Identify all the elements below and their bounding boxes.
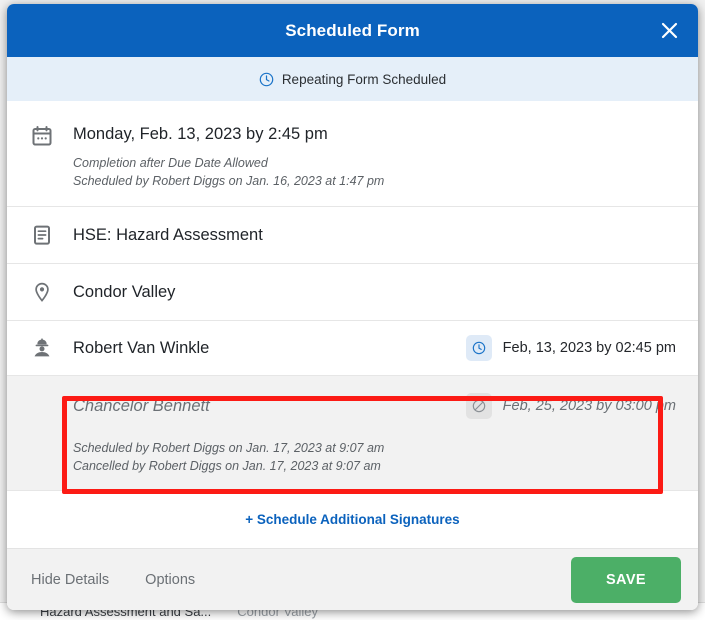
date-row-notes: Completion after Due Date Allowed Schedu… bbox=[73, 154, 676, 190]
signature-name-cancelled: Chancelor Bennett bbox=[73, 396, 210, 415]
scheduled-by-note: Scheduled by Robert Diggs on Jan. 16, 20… bbox=[73, 174, 385, 188]
options-button[interactable]: Options bbox=[145, 572, 195, 588]
form-document-icon-wrap bbox=[31, 224, 73, 246]
detail-row-location[interactable]: Condor Valley bbox=[7, 264, 698, 321]
calendar-icon-wrap bbox=[31, 123, 73, 147]
hard-hat-worker-icon bbox=[34, 338, 50, 357]
detail-row-date[interactable]: Monday, Feb. 13, 2023 by 2:45 pm Complet… bbox=[7, 101, 698, 207]
status-banner: Repeating Form Scheduled bbox=[7, 57, 698, 101]
cancelled-by-note: Cancelled by Robert Diggs on Jan. 17, 20… bbox=[73, 459, 381, 473]
close-button[interactable] bbox=[654, 16, 684, 46]
signature-cancelled-head: Chancelor Bennett Feb, 25, 2023 by 03:00… bbox=[73, 393, 676, 419]
signature-active-body: Robert Van Winkle Feb, 13, 2023 by 02:45… bbox=[73, 335, 676, 361]
signature-due-stamp-cancelled: Feb, 25, 2023 by 03:00 pm bbox=[502, 398, 676, 414]
form-document-icon bbox=[34, 225, 50, 245]
location-name-text: Condor Valley bbox=[73, 283, 176, 301]
signature-row-active[interactable]: Robert Van Winkle Feb, 13, 2023 by 02:45… bbox=[7, 321, 698, 376]
form-name-text: HSE: Hazard Assessment bbox=[73, 226, 263, 244]
hide-details-button[interactable]: Hide Details bbox=[31, 572, 109, 588]
add-signatures-section: + Schedule Additional Signatures bbox=[7, 491, 698, 548]
signature-row-cancelled[interactable]: Chancelor Bennett Feb, 25, 2023 by 03:00… bbox=[7, 376, 698, 491]
modal-footer: Hide Details Options SAVE bbox=[7, 548, 698, 610]
page-title: Scheduled Form bbox=[285, 20, 420, 40]
completion-policy-note: Completion after Due Date Allowed bbox=[73, 156, 268, 170]
date-row-main: Monday, Feb. 13, 2023 by 2:45 pm Complet… bbox=[73, 123, 676, 190]
hard-hat-worker-icon-wrap bbox=[31, 337, 73, 359]
map-pin-icon-wrap bbox=[31, 281, 73, 303]
signature-due-stamp-active: Feb, 13, 2023 by 02:45 pm bbox=[502, 340, 676, 356]
save-button[interactable]: SAVE bbox=[571, 556, 681, 603]
cancelled-row-icon-spacer bbox=[31, 393, 73, 395]
close-icon bbox=[661, 22, 677, 39]
signature-stamp-active: Feb, 13, 2023 by 02:45 pm bbox=[465, 335, 676, 361]
signature-cancelled-body: Chancelor Bennett Feb, 25, 2023 by 03:00… bbox=[73, 393, 676, 475]
due-date-text: Monday, Feb. 13, 2023 by 2:45 pm bbox=[73, 125, 328, 143]
signature-cancelled-notes: Scheduled by Robert Diggs on Jan. 17, 20… bbox=[73, 439, 384, 475]
calendar-icon bbox=[32, 126, 52, 146]
map-pin-icon bbox=[35, 282, 49, 302]
cancelled-scheduled-by-note: Scheduled by Robert Diggs on Jan. 17, 20… bbox=[73, 441, 385, 455]
cancelled-status-badge bbox=[465, 393, 492, 419]
detail-row-form[interactable]: HSE: Hazard Assessment bbox=[7, 207, 698, 264]
form-row-main: HSE: Hazard Assessment bbox=[73, 224, 676, 246]
schedule-additional-signatures-link[interactable]: + Schedule Additional Signatures bbox=[245, 512, 459, 527]
scheduled-status-badge bbox=[465, 335, 492, 361]
modal-header: Scheduled Form bbox=[7, 4, 698, 57]
status-banner-label: Repeating Form Scheduled bbox=[281, 71, 447, 87]
location-row-main: Condor Valley bbox=[73, 281, 676, 303]
signature-name-active: Robert Van Winkle bbox=[73, 338, 210, 357]
cancelled-circle-slash-icon bbox=[472, 399, 485, 413]
signature-stamp-cancelled: Feb, 25, 2023 by 03:00 pm bbox=[465, 393, 676, 419]
modal-body: Monday, Feb. 13, 2023 by 2:45 pm Complet… bbox=[7, 101, 698, 548]
clock-icon bbox=[472, 341, 485, 355]
scheduled-form-modal: Scheduled Form Repeating Form Scheduled bbox=[7, 4, 698, 610]
clock-icon bbox=[259, 72, 274, 86]
